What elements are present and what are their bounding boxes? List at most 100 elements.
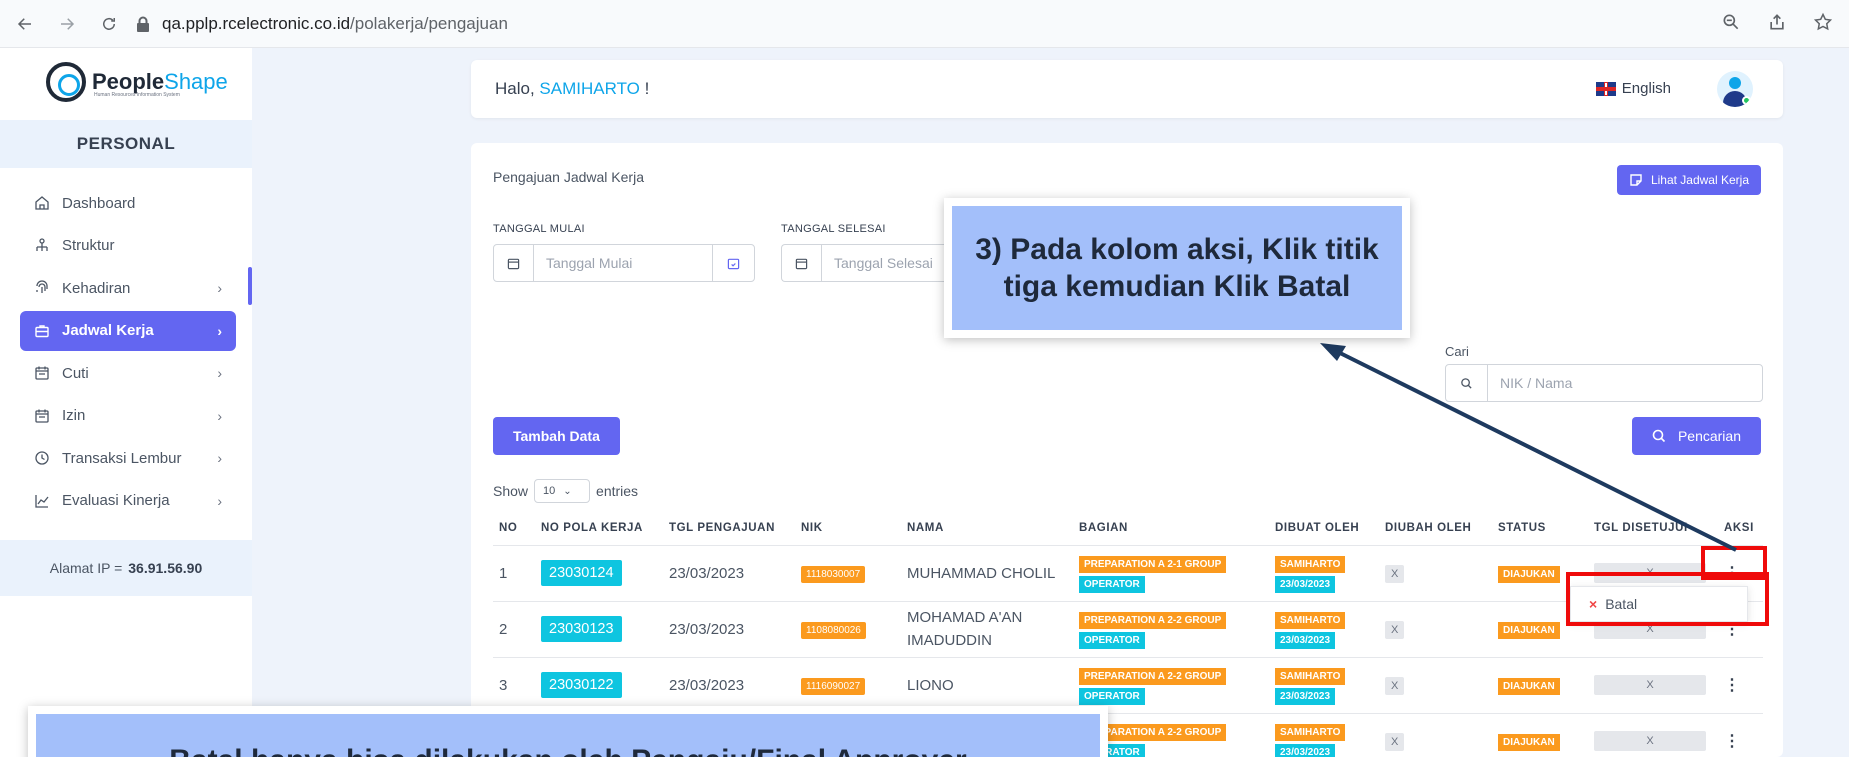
- col-diubah-oleh[interactable]: DIUBAH OLEH: [1379, 511, 1492, 545]
- clock-icon: [35, 451, 49, 465]
- diubah-tag: X: [1385, 620, 1405, 639]
- col-bagian[interactable]: BAGIAN: [1073, 511, 1269, 545]
- uk-flag-icon: [1595, 81, 1616, 96]
- sidebar-item-evaluasi-kinerja[interactable]: Evaluasi Kinerja ›: [20, 481, 236, 521]
- col-no[interactable]: NO: [493, 511, 535, 545]
- calendar-icon: [494, 245, 534, 281]
- tanggal-mulai-input[interactable]: Tanggal Mulai: [493, 244, 755, 282]
- note-icon: [1630, 174, 1642, 186]
- lihat-jadwal-kerja-button[interactable]: Lihat Jadwal Kerja: [1616, 165, 1761, 195]
- more-vertical-icon[interactable]: ⋮: [1724, 733, 1740, 750]
- diubah-tag: X: [1385, 564, 1405, 583]
- bagian-tag: PREPARATION A 2-1 GROUP: [1079, 555, 1227, 573]
- sidebar-menu: Dashboard Struktur Kehadiran › Jadwal Ke…: [20, 183, 236, 523]
- dibuat-date-tag: 23/03/2023: [1275, 575, 1336, 593]
- sidebar-item-jadwal-kerja[interactable]: Jadwal Kerja ›: [20, 310, 236, 351]
- sidebar-item-cuti[interactable]: Cuti ›: [20, 353, 236, 393]
- dibuat-tag: SAMIHARTO: [1275, 611, 1346, 629]
- disetujui-tag: X: [1594, 731, 1706, 752]
- entries-length: Show 10 ⌄ entries: [493, 479, 638, 503]
- pola-kerja-tag[interactable]: 23030123: [541, 616, 622, 642]
- nik-tag: 1118030007: [801, 565, 866, 583]
- forward-icon[interactable]: [50, 7, 84, 41]
- active-menu-indicator: [248, 267, 252, 305]
- chevron-right-icon: ›: [217, 492, 222, 509]
- share-icon[interactable]: [1765, 10, 1789, 34]
- address-bar[interactable]: qa.pplp.rcelectronic.co.id/polakerja/pen…: [136, 14, 508, 34]
- instruction-callout: 3) Pada kolom aksi, Klik titik tiga kemu…: [944, 198, 1410, 338]
- ip-label: Alamat IP =: [49, 560, 123, 576]
- calendar-icon: [35, 409, 49, 423]
- bagian-tag: PREPARATION A 2-2 GROUP: [1079, 667, 1227, 685]
- col-dibuat-oleh[interactable]: DIBUAT OLEH: [1269, 511, 1379, 545]
- cari-label: Cari: [1445, 344, 1469, 359]
- browser-toolbar: qa.pplp.rcelectronic.co.id/polakerja/pen…: [0, 0, 1849, 48]
- briefcase-icon: [35, 324, 49, 337]
- nik-tag: 1108080026: [801, 621, 866, 639]
- sidebar-item-transaksi-lembur[interactable]: Transaksi Lembur ›: [20, 438, 236, 478]
- zoom-icon[interactable]: [1719, 10, 1743, 34]
- jabatan-tag: OPERATOR: [1079, 631, 1145, 649]
- diubah-tag: X: [1385, 676, 1405, 695]
- ip-address: Alamat IP = 36.91.56.90: [0, 540, 252, 596]
- pola-kerja-tag[interactable]: 23030122: [541, 672, 622, 698]
- search-input[interactable]: NIK / Nama: [1445, 364, 1763, 402]
- jabatan-tag: OPERATOR: [1079, 575, 1145, 593]
- home-icon: [35, 196, 49, 210]
- dibuat-tag: SAMIHARTO: [1275, 555, 1346, 573]
- chevron-right-icon: ›: [217, 450, 222, 466]
- tanggal-selesai-label: TANGGAL SELESAI: [781, 223, 886, 235]
- dibuat-tag: SAMIHARTO: [1275, 667, 1346, 685]
- tanggal-mulai-label: TANGGAL MULAI: [493, 223, 585, 235]
- col-no-pola-kerja[interactable]: NO POLA KERJA: [535, 511, 663, 545]
- tanggal-selesai-input[interactable]: Tanggal Selesai: [781, 244, 951, 282]
- online-status-dot: [1742, 96, 1751, 105]
- back-icon[interactable]: [8, 7, 42, 41]
- table-row[interactable]: 3 23030122 23/03/2023 1116090027 LIONO P…: [493, 656, 1763, 713]
- bagian-tag: PREPARATION A 2-2 GROUP: [1079, 611, 1227, 629]
- status-badge: DIAJUKAN: [1498, 621, 1560, 639]
- col-tgl-pengajuan[interactable]: TGL PENGAJUAN: [663, 511, 795, 545]
- col-nik[interactable]: NIK: [795, 511, 901, 545]
- entries-select[interactable]: 10 ⌄: [534, 479, 591, 503]
- org-chart-icon: [36, 237, 48, 251]
- chevron-right-icon: ›: [217, 280, 222, 296]
- sidebar-item-struktur[interactable]: Struktur: [20, 226, 236, 266]
- greeting: Halo, SAMIHARTO !: [495, 79, 650, 98]
- dibuat-date-tag: 23/03/2023: [1275, 743, 1336, 757]
- col-aksi: AKSI: [1724, 521, 1754, 534]
- pola-kerja-tag[interactable]: 23030124: [541, 560, 622, 586]
- lock-icon: [137, 16, 149, 32]
- reload-icon[interactable]: [92, 7, 126, 41]
- app-logo[interactable]: PeopleShape Human Resources Information …: [46, 62, 228, 102]
- ip-value: 36.91.56.90: [128, 560, 203, 576]
- language-selector[interactable]: English: [1595, 80, 1671, 97]
- dibuat-date-tag: 23/03/2023: [1275, 687, 1336, 705]
- sidebar-item-dashboard[interactable]: Dashboard: [20, 183, 236, 223]
- col-nama[interactable]: NAMA: [901, 511, 1073, 545]
- tambah-data-button[interactable]: Tambah Data: [493, 417, 620, 455]
- pencarian-button[interactable]: Pencarian: [1631, 417, 1761, 455]
- avatar[interactable]: [1717, 71, 1753, 107]
- calendar-check-icon[interactable]: [712, 245, 754, 281]
- disetujui-tag: X: [1594, 675, 1706, 695]
- bookmark-star-icon[interactable]: [1811, 10, 1835, 34]
- sidebar-item-kehadiran[interactable]: Kehadiran ›: [20, 268, 236, 308]
- calendar-icon: [35, 366, 49, 380]
- col-tgl-disetujui[interactable]: TGL DISETUJUI: [1588, 511, 1718, 545]
- section-personal: PERSONAL: [0, 120, 252, 168]
- logo-icon: [46, 62, 86, 102]
- more-vertical-icon[interactable]: ⋮: [1724, 677, 1740, 694]
- page-title: Pengajuan Jadwal Kerja: [493, 169, 644, 185]
- col-status[interactable]: STATUS: [1492, 511, 1588, 545]
- highlight-batal-option: [1566, 572, 1769, 626]
- sidebar: PeopleShape Human Resources Information …: [0, 48, 252, 757]
- search-icon: [1446, 365, 1488, 401]
- jabatan-tag: OPERATOR: [1079, 687, 1145, 705]
- dibuat-date-tag: 23/03/2023: [1275, 631, 1336, 649]
- chevron-right-icon: ›: [217, 322, 222, 339]
- sidebar-item-izin[interactable]: Izin ›: [20, 396, 236, 436]
- diubah-tag: X: [1385, 732, 1405, 751]
- status-badge: DIAJUKAN: [1498, 565, 1560, 583]
- search-icon: [1652, 429, 1666, 443]
